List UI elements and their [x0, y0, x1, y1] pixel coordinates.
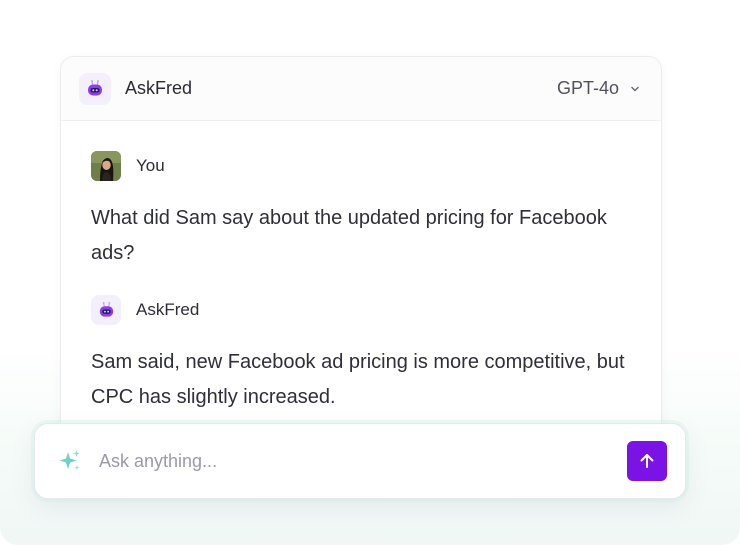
message-header: You — [91, 151, 631, 181]
robot-icon — [99, 301, 113, 317]
chat-panel: AskFred GPT-4o You What did Sam say abou… — [60, 56, 662, 448]
chat-header: AskFred GPT-4o — [61, 57, 661, 121]
message-sender: AskFred — [136, 300, 200, 319]
message-text: Sam said, new Facebook ad pricing is mor… — [91, 351, 625, 408]
arrow-up-icon — [640, 454, 654, 468]
chevron-down-icon — [631, 86, 639, 91]
bot-avatar — [91, 295, 121, 325]
robot-icon — [88, 79, 102, 95]
bot-avatar — [79, 72, 111, 105]
message-sender: You — [136, 156, 165, 175]
send-button[interactable] — [627, 441, 667, 481]
sparkle-icon — [59, 450, 80, 471]
message-list: You What did Sam say about the updated p… — [61, 121, 661, 415]
model-selector-label: GPT-4o — [556, 78, 619, 98]
ask-input[interactable] — [97, 449, 627, 473]
message-assistant: AskFred Sam said, new Facebook ad pricin… — [91, 295, 631, 415]
message-user: You What did Sam say about the updated p… — [91, 151, 631, 271]
message-header: AskFred — [91, 295, 631, 325]
app-title: AskFred — [125, 78, 193, 98]
message-text: What did Sam say about the updated prici… — [91, 207, 607, 264]
model-selector[interactable]: GPT-4o — [557, 78, 641, 99]
chat-composer — [34, 423, 686, 499]
user-avatar — [91, 151, 121, 181]
user-photo-icon — [91, 151, 121, 181]
